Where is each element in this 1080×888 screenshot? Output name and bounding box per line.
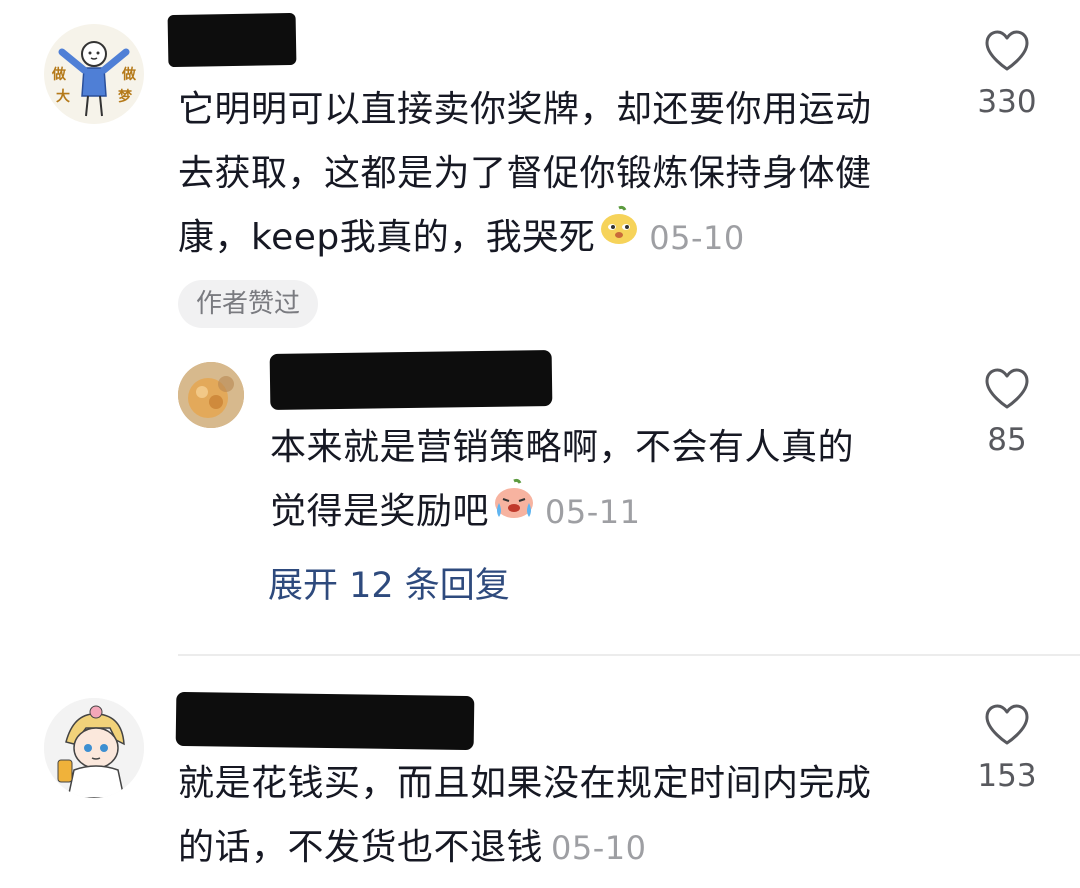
like-button[interactable]: 153 [962,704,1052,794]
comment-line-last: 的话，不发货也不退钱 05-10 [178,816,948,880]
smug-face-emoji-icon [597,203,641,268]
divider [178,654,1080,656]
comment-line: 去获取，这都是为了督促你锻炼保持身体健 [178,153,872,194]
avatar-char: 梦 [118,89,132,105]
username-redacted[interactable] [175,691,475,751]
avatar[interactable]: 做 做 大 梦 [44,24,144,124]
avatar-char: 做 [122,67,136,83]
like-button[interactable]: 85 [962,368,1052,458]
comment-date: 05-11 [545,493,641,531]
comment-line: 就是花钱买，而且如果没在规定时间内完成 [178,763,872,804]
comment-line-last: 康，keep我真的，我哭死 05-10 [178,203,948,272]
comment-text: 就是花钱买，而且如果没在规定时间内完成 的话，不发货也不退钱 05-10 [178,752,948,880]
comment-line: 本来就是营销策略啊，不会有人真的 [270,427,855,468]
avatar-char: 做 [52,67,66,83]
username-redacted[interactable] [167,12,297,68]
expand-replies-link[interactable]: 展开 12 条回复 [268,556,510,616]
avatar-food-image [178,362,244,428]
like-count: 85 [987,422,1027,458]
username-redacted[interactable] [269,350,553,410]
reply-text: 本来就是营销策略啊，不会有人真的 觉得是奖励吧 05-11 [270,416,930,546]
comment-line-text: 觉得是奖励吧 [270,491,490,532]
comment-line-text: 的话，不发货也不退钱 [178,827,544,868]
like-count: 330 [977,84,1037,120]
author-liked-badge: 作者赞过 [178,280,319,328]
avatar[interactable] [44,698,144,798]
like-count: 153 [977,758,1037,794]
comment-line: 它明明可以直接卖你奖牌，却还要你用运动 [178,89,872,130]
comment-date: 05-10 [551,829,647,867]
heart-outline-icon [985,30,1029,71]
like-button[interactable]: 330 [962,30,1052,120]
comment-text: 它明明可以直接卖你奖牌，却还要你用运动 去获取，这都是为了督促你锻炼保持身体健 … [178,78,948,272]
heart-outline-icon [985,704,1029,745]
comment-line-text: 康，keep我真的，我哭死 [178,217,596,258]
avatar[interactable] [178,362,244,428]
crying-face-emoji-icon [491,477,537,542]
comment-date: 05-10 [649,219,745,257]
avatar-anime-image [44,698,144,798]
avatar-char: 大 [56,89,70,105]
comment-line-last: 觉得是奖励吧 05-11 [270,477,930,546]
heart-outline-icon [985,368,1029,409]
